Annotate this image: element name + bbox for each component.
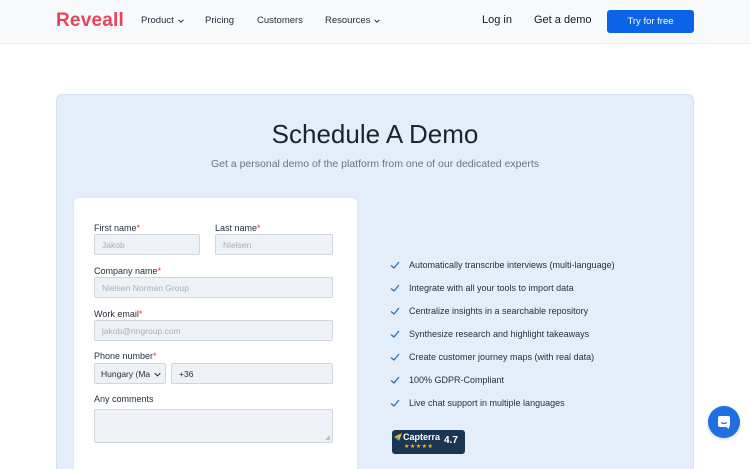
last-name-label: Last name* (215, 223, 261, 233)
label-text: Company name (94, 266, 158, 276)
capterra-logo-icon (394, 433, 402, 441)
feature-text: Centralize insights in a searchable repo… (409, 306, 589, 316)
label-text: Last name (215, 223, 258, 233)
chat-bubble-icon (718, 416, 730, 429)
phone-number-field[interactable]: +36 (171, 363, 333, 384)
country-select[interactable]: Hungary (Ma (94, 363, 166, 384)
chevron-down-icon (154, 372, 161, 377)
nav-item-product[interactable]: Product (141, 15, 184, 26)
reveall-logo[interactable]: Reveall (56, 10, 124, 32)
nav-item-pricing[interactable]: Pricing (205, 15, 234, 26)
nav-item-label: Pricing (205, 15, 235, 26)
rating-score: 4.7 (444, 435, 458, 446)
nav-item-label: Customers (257, 15, 303, 26)
required-mark: * (136, 223, 141, 233)
check-icon (390, 330, 400, 338)
work-email-field[interactable]: jakob@nngroup.com (94, 320, 333, 341)
feature-item: Synthesize research and highlight takeaw… (390, 329, 589, 339)
check-icon (390, 307, 400, 315)
check-icon (390, 284, 400, 292)
feature-text: Live chat support in multiple languages (409, 398, 565, 408)
label-text: First name (94, 223, 137, 233)
resize-grip-icon[interactable] (325, 435, 331, 441)
phone-number-label: Phone number* (94, 351, 157, 361)
last-name-field[interactable]: Nielsen (215, 234, 333, 255)
page-title: Schedule A Demo (271, 119, 479, 149)
check-icon (390, 399, 400, 407)
chevron-down-icon (178, 18, 184, 23)
rating-stars: ★★★★★ (404, 444, 434, 450)
login-link[interactable]: Log in (482, 14, 512, 26)
feature-item: Integrate with all your tools to import … (390, 283, 574, 293)
work-email-label: Work email* (94, 309, 142, 319)
label-text: Work email (94, 309, 139, 319)
required-mark: * (138, 309, 143, 319)
country-select-value: Hungary (Ma (101, 368, 151, 379)
label-text: Phone number (94, 351, 154, 361)
first-name-label: First name* (94, 223, 140, 233)
try-for-free-button[interactable]: Try for free (607, 10, 694, 33)
capterra-rating-badge[interactable]: Capterra ★★★★★ 4.7 (392, 430, 465, 454)
comments-label: Any comments (94, 394, 154, 404)
feature-item: Create customer journey maps (with real … (390, 352, 594, 362)
feature-text: Automatically transcribe interviews (mul… (409, 260, 615, 270)
feature-item: 100% GDPR-Compliant (390, 375, 504, 385)
required-mark: * (257, 223, 261, 233)
capterra-name: Capterra (403, 432, 441, 442)
page-subtitle: Get a personal demo of the platform from… (210, 158, 540, 170)
feature-text: Integrate with all your tools to import … (409, 283, 574, 293)
feature-text: Synthesize research and highlight takeaw… (409, 329, 590, 339)
company-name-label: Company name* (94, 266, 161, 276)
feature-item: Centralize insights in a searchable repo… (390, 306, 588, 316)
nav-item-customers[interactable]: Customers (257, 15, 303, 26)
nav-item-label: Resources (325, 15, 371, 26)
check-icon (390, 353, 400, 361)
comments-textarea[interactable] (94, 409, 333, 443)
nav-item-label: Product (141, 15, 174, 26)
required-mark: * (157, 266, 162, 276)
get-demo-link[interactable]: Get a demo (534, 14, 591, 26)
feature-text: 100% GDPR-Compliant (409, 375, 505, 385)
feature-text: Create customer journey maps (with real … (409, 352, 595, 362)
company-name-field[interactable]: Nielsen Norman Group (94, 277, 333, 298)
feature-item: Live chat support in multiple languages (390, 398, 565, 408)
top-navigation: Reveall Product Pricing Customers Resour… (0, 0, 750, 44)
chevron-down-icon (374, 18, 381, 23)
required-mark: * (153, 351, 157, 361)
nav-item-resources[interactable]: Resources (325, 15, 381, 26)
chat-launcher-button[interactable] (708, 406, 740, 438)
first-name-field[interactable]: Jakob (94, 234, 200, 255)
check-icon (390, 376, 400, 384)
check-icon (390, 261, 400, 269)
feature-item: Automatically transcribe interviews (mul… (390, 260, 615, 270)
